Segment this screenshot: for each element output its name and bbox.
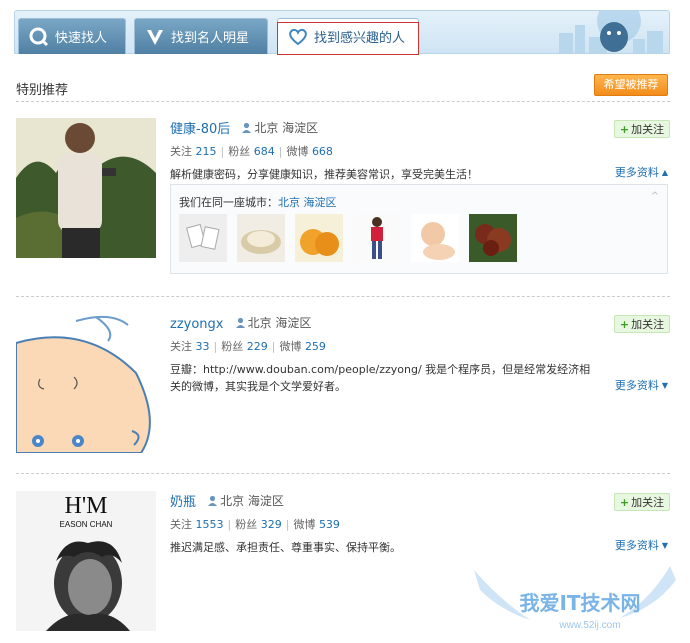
user-name[interactable]: 健康-80后 — [170, 118, 230, 137]
divider — [16, 296, 670, 297]
user-info: 奶瓶 北京 海淀区 关注 1553 | 粉丝 329 | 微博 539 推迟满足感、承担… — [170, 491, 670, 556]
city-user-avatar[interactable] — [411, 214, 459, 262]
fans-count[interactable]: 684 — [254, 145, 275, 158]
chevron-down-icon: ▼ — [661, 380, 668, 390]
user-bio: 解析健康密码，分享健康知识，推荐美容常识，享受完美生活！ — [170, 168, 478, 181]
follow-count-label: 关注 — [170, 518, 192, 531]
user-name[interactable]: zzyongx — [170, 317, 223, 332]
more-info-label: 更多资料 — [614, 539, 659, 552]
city-user-avatar[interactable] — [295, 214, 343, 262]
avatar-logo-text: H'M — [65, 493, 108, 519]
fans-count[interactable]: 229 — [247, 340, 268, 353]
fans-count[interactable]: 329 — [261, 518, 282, 531]
user-info: zzyongx 北京 海淀区 关注 33 | 粉丝 229 | 微博 259 豆瓣：ht… — [170, 313, 670, 395]
city-user-avatar[interactable] — [179, 214, 227, 262]
follow-button[interactable]: + 加关注 — [614, 493, 670, 511]
watermark-text: 我爱IT技术网 — [519, 591, 640, 615]
fans-count-label: 粉丝 — [221, 340, 244, 353]
avatar-logo-subtext: EASON CHAN — [60, 520, 113, 529]
user-card: zzyongx 北京 海淀区 关注 33 | 粉丝 229 | 微博 259 豆瓣：ht… — [16, 313, 670, 455]
follow-count-label: 关注 — [170, 340, 192, 353]
follow-button[interactable]: + 加关注 — [614, 120, 670, 138]
divider — [16, 101, 670, 102]
chevron-up-icon: ▲ — [661, 167, 668, 177]
collapse-icon[interactable]: ^ — [651, 191, 659, 202]
more-info-link[interactable]: 更多资料 ▲ — [615, 164, 668, 180]
follow-count[interactable]: 1553 — [196, 518, 224, 531]
weibo-count-label: 微博 — [293, 518, 316, 531]
user-icon — [242, 122, 252, 133]
avatar[interactable] — [16, 118, 156, 258]
weibo-count[interactable]: 668 — [312, 145, 333, 158]
fans-count-label: 粉丝 — [228, 145, 251, 158]
follow-label: 加关注 — [631, 318, 665, 331]
tab-celebrities[interactable]: 找到名人明星 — [134, 18, 268, 54]
fans-count-label: 粉丝 — [235, 518, 258, 531]
follow-count-label: 关注 — [170, 145, 192, 158]
avatar[interactable]: H'M EASON CHAN — [16, 491, 156, 631]
user-stats: 关注 33 | 粉丝 229 | 微博 259 — [170, 340, 326, 353]
tab-quick-find[interactable]: 快速找人 — [18, 18, 126, 54]
tab-label: 找到名人明星 — [171, 31, 250, 46]
section-title: 特别推荐 — [16, 83, 69, 98]
search-icon — [29, 27, 49, 47]
watermark: 我爱IT技术网 www.52ij.com — [470, 560, 690, 639]
weibo-count[interactable]: 539 — [319, 518, 340, 531]
location-text: 北京 海淀区 — [220, 494, 284, 508]
user-bio: 推迟满足感、承担责任、尊重事实、保持平衡。 — [170, 541, 401, 554]
highlight-box — [277, 22, 419, 55]
same-city-panel: 我们在同一座城市：北京 海淀区 ^ — [170, 184, 668, 274]
user-card: 健康-80后 北京 海淀区 关注 215 | 粉丝 684 | 微博 668 解析健康密… — [16, 118, 670, 278]
more-info-link[interactable]: 更多资料 ▼ — [615, 537, 668, 553]
watermark-url: www.52ij.com — [558, 620, 620, 631]
location: 北京 海淀区 — [235, 314, 312, 331]
user-stats: 关注 1553 | 粉丝 329 | 微博 539 — [170, 518, 340, 531]
user-icon — [235, 317, 245, 328]
user-info: 健康-80后 北京 海淀区 关注 215 | 粉丝 684 | 微博 668 解析健康密… — [170, 118, 670, 183]
weibo-count-label: 微博 — [286, 145, 309, 158]
location: 北京 海淀区 — [207, 492, 284, 509]
want-recommended-button[interactable]: 希望被推荐 — [594, 74, 668, 96]
follow-label: 加关注 — [631, 123, 665, 136]
more-info-label: 更多资料 — [614, 166, 659, 179]
user-bio: 豆瓣：http://www.douban.com/people/zzyong/ … — [170, 363, 591, 393]
location-text: 北京 海淀区 — [254, 121, 319, 135]
more-info-label: 更多资料 — [614, 379, 659, 392]
city-user-avatar[interactable] — [353, 214, 401, 262]
follow-count[interactable]: 215 — [196, 145, 217, 158]
same-city-title: 我们在同一座城市：北京 海淀区 — [179, 194, 337, 210]
chevron-down-icon: ▼ — [661, 540, 668, 550]
city-user-avatar[interactable] — [469, 214, 517, 262]
location: 北京 海淀区 — [241, 119, 318, 136]
same-city-place[interactable]: 北京 海淀区 — [278, 196, 337, 209]
user-stats: 关注 215 | 粉丝 684 | 微博 668 — [170, 145, 333, 158]
weibo-count[interactable]: 259 — [305, 340, 326, 353]
avatar[interactable] — [16, 313, 156, 453]
more-info-link[interactable]: 更多资料 ▼ — [615, 377, 668, 393]
follow-label: 加关注 — [631, 496, 665, 509]
user-name[interactable]: 奶瓶 — [170, 491, 196, 510]
weibo-count-label: 微博 — [279, 340, 302, 353]
city-user-avatar[interactable] — [237, 214, 285, 262]
tab-label: 快速找人 — [55, 31, 108, 46]
same-city-prefix: 我们在同一座城市： — [179, 196, 278, 209]
follow-button[interactable]: + 加关注 — [614, 315, 670, 333]
user-icon — [208, 495, 218, 506]
divider — [16, 473, 670, 474]
location-text: 北京 海淀区 — [247, 316, 312, 330]
follow-count[interactable]: 33 — [196, 340, 210, 353]
v-verified-icon — [145, 27, 165, 47]
banner-decoration — [559, 11, 663, 53]
